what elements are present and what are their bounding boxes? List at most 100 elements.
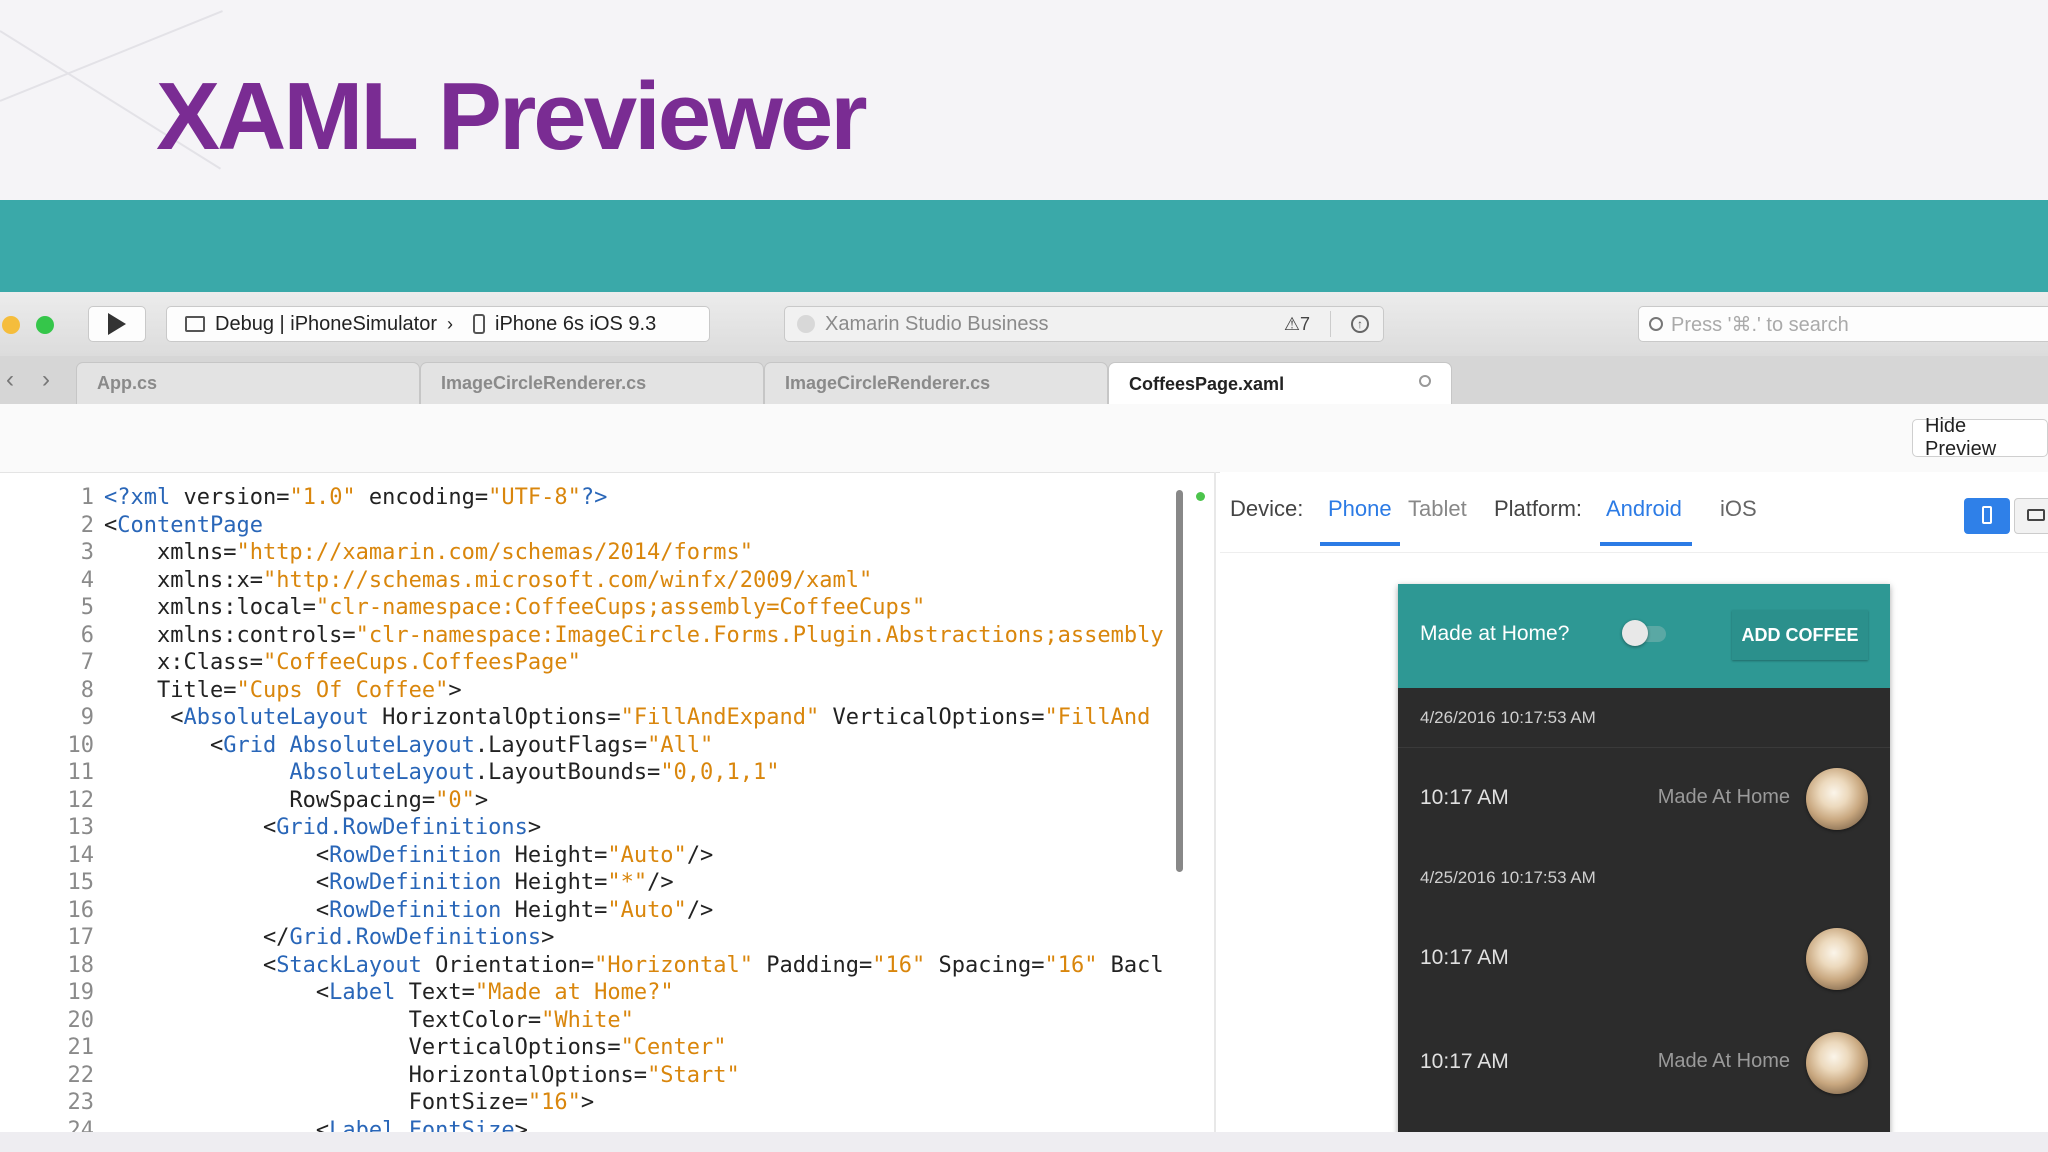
status-bar: Xamarin Studio Business ⚠7 ↑ xyxy=(784,306,1384,342)
code-token: VerticalOptions= xyxy=(104,1035,621,1060)
tab-coffeespage-xaml[interactable]: CoffeesPage.xaml xyxy=(1108,362,1452,405)
xaml-preview-pane: Device: Phone Tablet Platform: Android i… xyxy=(1220,472,2048,1132)
tab-imagecirclerenderer-1[interactable]: ImageCircleRenderer.cs xyxy=(420,362,764,404)
portrait-orientation-button[interactable] xyxy=(1964,498,2010,534)
run-configuration-selector[interactable]: Debug | iPhoneSimulator › iPhone 6s iOS … xyxy=(166,306,710,342)
code-token: < xyxy=(104,952,277,978)
code-token: "White" xyxy=(541,1007,634,1033)
code-token: Spacing= xyxy=(925,952,1045,978)
coffee-cup-image xyxy=(1806,928,1868,990)
forward-arrow-icon[interactable]: › xyxy=(42,366,50,394)
code-token: xmlns:x= xyxy=(104,567,263,593)
code-token: version= xyxy=(183,485,290,510)
status-text: Xamarin Studio Business xyxy=(825,312,1049,335)
device-tablet-option[interactable]: Tablet xyxy=(1408,496,1467,522)
code-line: 6 xmlns:controls= "clr-namespace:ImageCir… xyxy=(34,622,1190,650)
item-made-at-home: Made At Home xyxy=(1657,1050,1790,1072)
code-token: "16" xyxy=(527,1090,581,1115)
code-token: RowDefinition xyxy=(329,870,502,895)
tab-app-cs[interactable]: App.cs xyxy=(76,362,420,404)
updates-icon[interactable]: ↑ xyxy=(1351,315,1369,333)
code-line: 9 < AbsoluteLayout HorizontalOptions= "Fil… xyxy=(34,704,1190,732)
code-token: Label xyxy=(329,980,396,1005)
code-line: 5 xmlns:local= "clr-namespace:CoffeeCups;… xyxy=(34,594,1190,622)
search-placeholder: Press '⌘.' to search xyxy=(1671,313,1849,336)
code-token: Grid AbsoluteLayout xyxy=(223,732,475,758)
minimize-button[interactable] xyxy=(2,316,20,334)
code-token: xmlns:controls= xyxy=(104,622,356,648)
code-token: RowSpacing= xyxy=(104,787,436,813)
code-token: RowDefinition xyxy=(329,897,502,923)
warnings-indicator[interactable]: ⚠7 xyxy=(1284,314,1310,335)
code-token: </ xyxy=(104,925,290,950)
list-item[interactable]: 10:17 AM Made At Home xyxy=(1398,748,1890,848)
item-made-at-home: Made At Home xyxy=(1657,786,1790,808)
editor-scrollbar[interactable] xyxy=(1176,490,1183,872)
device-phone-option[interactable]: Phone xyxy=(1328,496,1392,522)
code-token: <?xml xyxy=(104,485,184,510)
add-coffee-button[interactable]: ADD COFFEE xyxy=(1732,610,1868,660)
code-line: 17 </Grid.RowDefinitions > xyxy=(34,924,1190,952)
line-number: 1 xyxy=(80,485,94,510)
tab-label: CoffeesPage.xaml xyxy=(1129,373,1285,394)
code-token: > xyxy=(580,1090,595,1115)
code-editor[interactable]: 1 <?xml version= "1.0" encoding= "UTF-8" ?> 2… xyxy=(34,484,1190,1132)
code-token: < xyxy=(104,1117,330,1133)
code-token: /> xyxy=(686,897,714,923)
code-token: < xyxy=(104,842,330,868)
xamarin-logo-icon xyxy=(797,315,815,333)
platform-ios-option[interactable]: iOS xyxy=(1720,496,1757,522)
slide-footer-strip xyxy=(0,1132,2048,1152)
code-line: 19 < Label Text= "Made at Home?" xyxy=(34,979,1190,1007)
code-token: > xyxy=(527,815,542,840)
code-line: 4 xmlns:x= "http://schemas.microsoft.com/… xyxy=(34,567,1190,595)
line-number: 3 xyxy=(80,540,94,565)
line-number: 7 xyxy=(80,650,94,675)
code-token: AbsoluteLayout xyxy=(183,705,369,730)
code-line: 7 x:Class= "CoffeeCups.CoffeesPage" xyxy=(34,649,1190,677)
code-line: 23 FontSize= "16" > xyxy=(34,1089,1190,1117)
zoom-button[interactable] xyxy=(36,316,54,334)
line-number: 10 xyxy=(67,732,95,758)
code-line: 2 < ContentPage xyxy=(34,512,1190,540)
hide-preview-button[interactable]: Hide Preview xyxy=(1912,415,2048,460)
window-icon xyxy=(185,316,205,332)
code-token: "FillAnd xyxy=(1044,705,1151,730)
code-token: RowDefinition xyxy=(329,842,502,868)
code-token: TextColor= xyxy=(104,1007,542,1033)
status-dot-icon xyxy=(1196,492,1205,501)
code-line: 22 HorizontalOptions= "Start" xyxy=(34,1062,1190,1090)
code-token: Padding= xyxy=(753,952,873,978)
device-label: Device: xyxy=(1230,496,1304,521)
code-token: VerticalOptions= xyxy=(819,705,1045,730)
group-header: 4/25/2016 10:17:53 AM xyxy=(1420,868,1596,887)
code-token: < xyxy=(104,980,330,1005)
app-header: Made at Home? ADD COFFEE xyxy=(1398,584,1890,688)
line-number: 15 xyxy=(67,870,95,895)
code-token: "16" xyxy=(1044,952,1098,978)
switch-thumb[interactable] xyxy=(1622,620,1648,646)
run-button[interactable] xyxy=(88,306,146,342)
code-token: StackLayout xyxy=(276,952,422,978)
made-at-home-label: Made at Home? xyxy=(1420,622,1570,645)
search-field[interactable]: Press '⌘.' to search xyxy=(1638,306,2048,342)
android-device-preview: Made at Home? ADD COFFEE 4/26/2016 10:17… xyxy=(1398,584,1890,1132)
tab-imagecirclerenderer-2[interactable]: ImageCircleRenderer.cs xyxy=(764,362,1108,404)
divider xyxy=(1330,311,1331,337)
line-number: 2 xyxy=(80,512,94,538)
code-line: 14 < RowDefinition Height= "Auto"/> xyxy=(34,842,1190,870)
pane-divider[interactable] xyxy=(1214,472,1216,1132)
platform-android-option[interactable]: Android xyxy=(1606,496,1682,522)
code-token: "Center" xyxy=(620,1035,727,1060)
code-token: AbsoluteLayout xyxy=(104,760,475,785)
code-token: < xyxy=(104,815,277,840)
list-item[interactable]: 10:17 AM xyxy=(1398,908,1890,1008)
code-line: 24 < Label FontSize > xyxy=(34,1117,1190,1133)
preview-toolbar: Device: Phone Tablet Platform: Android i… xyxy=(1220,472,2048,553)
landscape-orientation-button[interactable] xyxy=(2014,498,2048,534)
close-tab-icon[interactable] xyxy=(1419,375,1431,387)
back-arrow-icon[interactable]: ‹ xyxy=(6,366,14,394)
group-header: 4/26/2016 10:17:53 AM xyxy=(1398,688,1890,748)
list-item[interactable]: 10:17 AM Made At Home xyxy=(1398,1012,1890,1112)
line-number: 17 xyxy=(67,925,95,950)
